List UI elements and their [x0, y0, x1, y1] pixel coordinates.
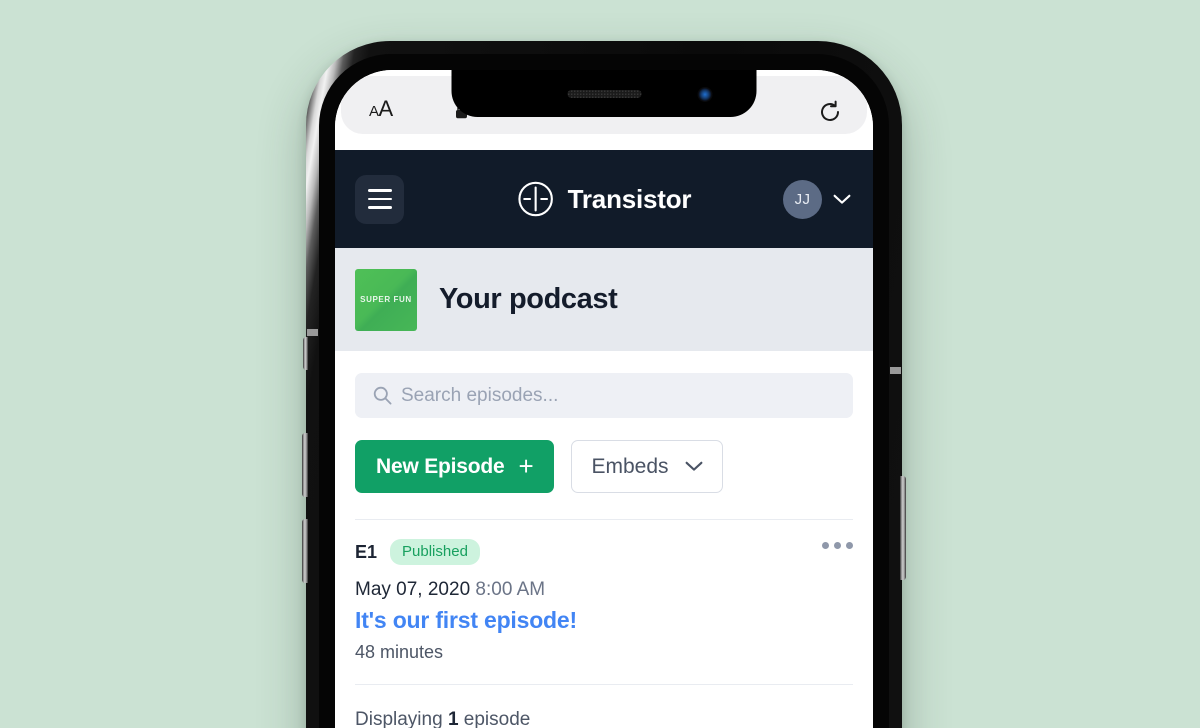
- iphone-device: AA Transistor JJ SUPER FUN Your podcast …: [302, 41, 906, 728]
- page-title: Your podcast: [439, 283, 618, 315]
- ellipsis-icon[interactable]: [822, 542, 853, 549]
- search-field-wrapper: [355, 373, 853, 418]
- podcast-header: SUPER FUN Your podcast: [335, 248, 873, 351]
- volume-down-button[interactable]: [302, 519, 308, 583]
- main-content: New Episode + Embeds E1: [335, 351, 873, 728]
- episode-meta-line: E1 Published: [355, 539, 853, 565]
- reload-icon[interactable]: [819, 100, 841, 124]
- volume-up-button[interactable]: [302, 433, 308, 497]
- antenna-band-right: [890, 367, 901, 374]
- new-episode-label: New Episode: [376, 454, 505, 478]
- footer-suffix: episode: [458, 709, 531, 728]
- search-input[interactable]: [355, 373, 853, 418]
- phone-bezel: AA Transistor JJ SUPER FUN Your podcast …: [319, 54, 889, 728]
- brand: Transistor: [517, 180, 692, 218]
- status-badge: Published: [390, 539, 480, 565]
- front-camera: [697, 87, 713, 102]
- phone-notch: [451, 70, 757, 117]
- chevron-down-icon: [833, 194, 851, 204]
- episode-title-link[interactable]: It's our first episode!: [355, 607, 853, 634]
- new-episode-button[interactable]: New Episode +: [355, 440, 555, 493]
- account-menu[interactable]: JJ: [783, 179, 851, 219]
- podcast-artwork[interactable]: SUPER FUN: [355, 268, 417, 331]
- earpiece-speaker: [567, 90, 641, 98]
- table-row: E1 Published May 07, 2020 8:00 AM It's o…: [355, 519, 853, 684]
- transistor-logo-icon: [518, 181, 553, 217]
- silent-switch[interactable]: [303, 337, 308, 370]
- phone-screen: AA Transistor JJ SUPER FUN Your podcast …: [335, 70, 873, 728]
- episode-duration: 48 minutes: [355, 642, 444, 662]
- list-footer: Displaying 1 episode: [355, 684, 853, 728]
- episode-date: May 07, 2020: [355, 579, 471, 600]
- app-header: Transistor JJ: [335, 150, 873, 248]
- search-icon: [373, 386, 392, 405]
- chevron-down-icon: [685, 461, 702, 471]
- footer-prefix: Displaying: [355, 709, 448, 728]
- footer-count: 1: [447, 709, 459, 728]
- episode-number: E1: [355, 541, 378, 562]
- episode-date-line: May 07, 2020 8:00 AM: [355, 579, 853, 601]
- plus-icon: +: [518, 450, 534, 481]
- hamburger-menu-icon[interactable]: [355, 174, 404, 224]
- episode-time: 8:00 AM: [475, 579, 546, 600]
- episodes-list: E1 Published May 07, 2020 8:00 AM It's o…: [355, 519, 853, 684]
- brand-name: Transistor: [567, 183, 692, 214]
- text-size-button[interactable]: AA: [369, 98, 393, 123]
- embeds-label: Embeds: [591, 454, 669, 478]
- safari-browser-chrome: AA: [335, 70, 873, 150]
- podcast-artwork-label: SUPER FUN: [360, 295, 412, 304]
- power-button[interactable]: [900, 476, 906, 580]
- action-row: New Episode + Embeds: [355, 440, 853, 493]
- embeds-dropdown-button[interactable]: Embeds: [571, 440, 723, 493]
- antenna-band-left: [307, 329, 318, 336]
- avatar: JJ: [783, 179, 822, 219]
